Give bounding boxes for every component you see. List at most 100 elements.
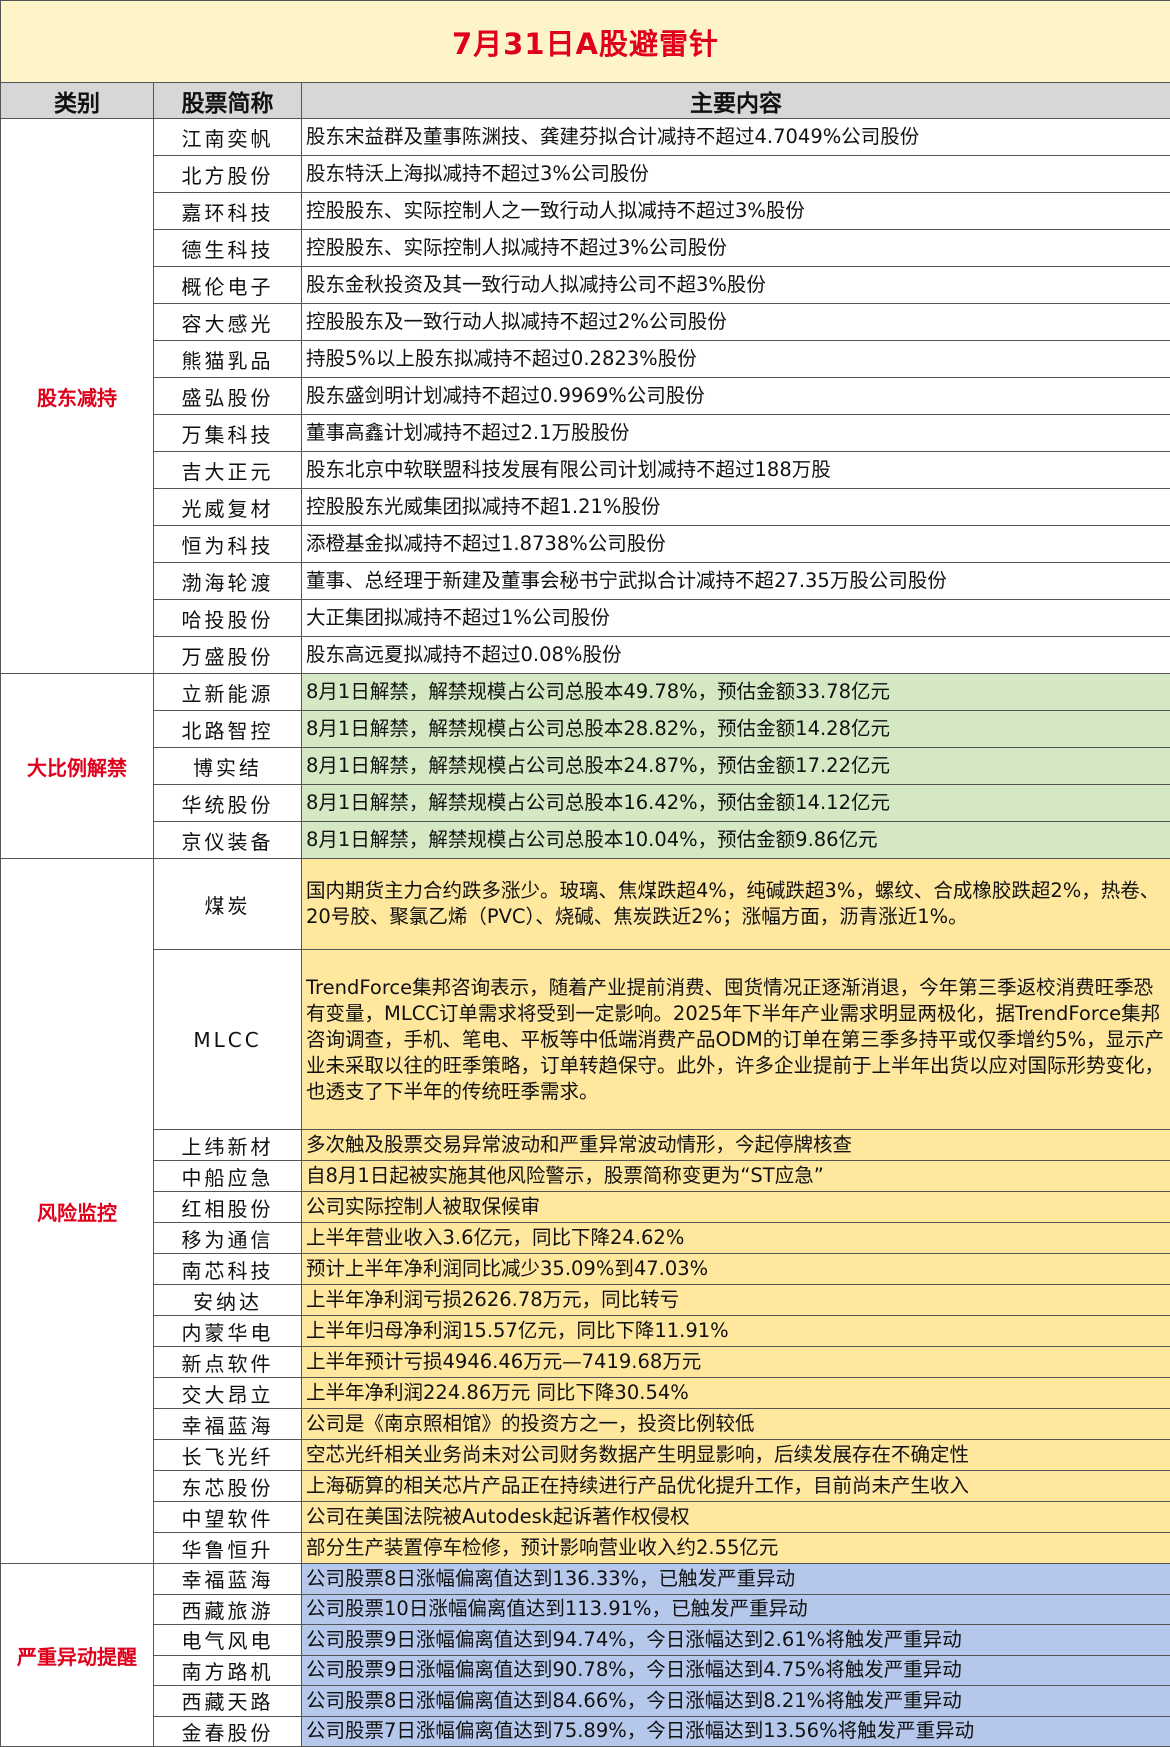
table-row: 北路智控8月1日解禁，解禁规模占公司总股本28.82%，预估金额14.28亿元: [1, 711, 1170, 748]
stock-name-cell: 内蒙华电: [154, 1316, 302, 1347]
content-cell: 公司实际控制人被取保候审: [302, 1192, 1170, 1223]
stock-name-cell: 中船应急: [154, 1161, 302, 1192]
stock-name-cell: 万盛股份: [154, 637, 302, 674]
stock-name-cell: 北路智控: [154, 711, 302, 748]
table-row: 大比例解禁立新能源8月1日解禁，解禁规模占公司总股本49.78%，预估金额33.…: [1, 674, 1170, 711]
stock-name-cell: 中望软件: [154, 1502, 302, 1533]
header-stock: 股票简称: [154, 83, 302, 119]
table-row: 恒为科技添橙基金拟减持不超过1.8738%公司股份: [1, 526, 1170, 563]
table-row: 华鲁恒升部分生产装置停车检修，预计影响营业收入约2.55亿元: [1, 1533, 1170, 1564]
table-row: 渤海轮渡董事、总经理于新建及董事会秘书宁武拟合计减持不超27.35万股公司股份: [1, 563, 1170, 600]
content-cell: 空芯光纤相关业务尚未对公司财务数据产生明显影响，后续发展存在不确定性: [302, 1440, 1170, 1471]
stock-name-cell: 幸福蓝海: [154, 1409, 302, 1440]
stock-name-cell: 渤海轮渡: [154, 563, 302, 600]
content-cell: TrendForce集邦咨询表示，随着产业提前消费、囤货情况正逐渐消退，今年第三…: [302, 950, 1170, 1130]
table-row: 南方路机公司股票9日涨幅偏离值达到90.78%，今日涨幅达到4.75%将触发严重…: [1, 1655, 1170, 1686]
table-row: 盛弘股份股东盛剑明计划减持不超过0.9969%公司股份: [1, 378, 1170, 415]
table-row: 股东减持江南奕帆股东宋益群及董事陈渊技、龚建芬拟合计减持不超过4.7049%公司…: [1, 119, 1170, 156]
stock-name-cell: 吉大正元: [154, 452, 302, 489]
content-cell: 股东盛剑明计划减持不超过0.9969%公司股份: [302, 378, 1170, 415]
stock-name-cell: 容大感光: [154, 304, 302, 341]
risk-table: 7月31日A股避雷针 类别 股票简称 主要内容 股东减持江南奕帆股东宋益群及董事…: [0, 0, 1170, 1747]
table-row: 西藏旅游公司股票10日涨幅偏离值达到113.91%，已触发严重异动: [1, 1594, 1170, 1625]
table-row: 京仪装备8月1日解禁，解禁规模占公司总股本10.04%，预估金额9.86亿元: [1, 822, 1170, 859]
stock-name-cell: 京仪装备: [154, 822, 302, 859]
content-cell: 控股股东、实际控制人之一致行动人拟减持不超过3%股份: [302, 193, 1170, 230]
stock-name-cell: 概伦电子: [154, 267, 302, 304]
stock-name-cell: 红相股份: [154, 1192, 302, 1223]
content-cell: 公司股票7日涨幅偏离值达到75.89%，今日涨幅达到13.56%将触发严重异动: [302, 1716, 1170, 1747]
content-cell: 上海砺算的相关芯片产品正在持续进行产品优化提升工作，目前尚未产生收入: [302, 1471, 1170, 1502]
content-cell: 添橙基金拟减持不超过1.8738%公司股份: [302, 526, 1170, 563]
table-row: 光威复材控股股东光威集团拟减持不超1.21%股份: [1, 489, 1170, 526]
table-row: 交大昂立上半年净利润224.86万元 同比下降30.54%: [1, 1378, 1170, 1409]
header-content: 主要内容: [302, 83, 1170, 119]
category-cell: 股东减持: [1, 119, 154, 674]
stock-name-cell: 电气风电: [154, 1625, 302, 1656]
table-row: 西藏天路公司股票8日涨幅偏离值达到84.66%，今日涨幅达到8.21%将触发严重…: [1, 1686, 1170, 1717]
content-cell: 董事高鑫计划减持不超过2.1万股股份: [302, 415, 1170, 452]
content-cell: 大正集团拟减持不超过1%公司股份: [302, 600, 1170, 637]
header-category: 类别: [1, 83, 154, 119]
content-cell: 股东金秋投资及其一致行动人拟减持公司不超3%股份: [302, 267, 1170, 304]
stock-name-cell: 华统股份: [154, 785, 302, 822]
content-cell: 8月1日解禁，解禁规模占公司总股本16.42%，预估金额14.12亿元: [302, 785, 1170, 822]
stock-name-cell: 新点软件: [154, 1347, 302, 1378]
content-cell: 上半年预计亏损4946.46万元—7419.68万元: [302, 1347, 1170, 1378]
table-row: 长飞光纤空芯光纤相关业务尚未对公司财务数据产生明显影响，后续发展存在不确定性: [1, 1440, 1170, 1471]
content-cell: 预计上半年净利润同比减少35.09%到47.03%: [302, 1254, 1170, 1285]
content-cell: 公司股票9日涨幅偏离值达到94.74%，今日涨幅达到2.61%将触发严重异动: [302, 1625, 1170, 1656]
stock-name-cell: 长飞光纤: [154, 1440, 302, 1471]
table-row: 博实结8月1日解禁，解禁规模占公司总股本24.87%，预估金额17.22亿元: [1, 748, 1170, 785]
content-cell: 股东高远夏拟减持不超过0.08%股份: [302, 637, 1170, 674]
content-cell: 股东宋益群及董事陈渊技、龚建芬拟合计减持不超过4.7049%公司股份: [302, 119, 1170, 156]
content-cell: 部分生产装置停车检修，预计影响营业收入约2.55亿元: [302, 1533, 1170, 1564]
stock-name-cell: 立新能源: [154, 674, 302, 711]
table-row: 电气风电公司股票9日涨幅偏离值达到94.74%，今日涨幅达到2.61%将触发严重…: [1, 1625, 1170, 1656]
stock-name-cell: 煤炭: [154, 859, 302, 950]
stock-name-cell: 恒为科技: [154, 526, 302, 563]
table-row: 德生科技控股股东、实际控制人拟减持不超过3%公司股份: [1, 230, 1170, 267]
table-row: 金春股份公司股票7日涨幅偏离值达到75.89%，今日涨幅达到13.56%将触发严…: [1, 1716, 1170, 1747]
table-row: 上纬新材多次触及股票交易异常波动和严重异常波动情形，今起停牌核查: [1, 1130, 1170, 1161]
table-row: 嘉环科技控股股东、实际控制人之一致行动人拟减持不超过3%股份: [1, 193, 1170, 230]
table-row: 哈投股份大正集团拟减持不超过1%公司股份: [1, 600, 1170, 637]
content-cell: 上半年净利润224.86万元 同比下降30.54%: [302, 1378, 1170, 1409]
content-cell: 多次触及股票交易异常波动和严重异常波动情形，今起停牌核查: [302, 1130, 1170, 1161]
stock-name-cell: 幸福蓝海: [154, 1564, 302, 1595]
stock-name-cell: 熊猫乳品: [154, 341, 302, 378]
table-row: 红相股份公司实际控制人被取保候审: [1, 1192, 1170, 1223]
stock-risk-sheet: 7月31日A股避雷针 类别 股票简称 主要内容 股东减持江南奕帆股东宋益群及董事…: [0, 0, 1170, 1736]
table-row: 容大感光控股股东及一致行动人拟减持不超过2%公司股份: [1, 304, 1170, 341]
content-cell: 持股5%以上股东拟减持不超过0.2823%股份: [302, 341, 1170, 378]
content-cell: 8月1日解禁，解禁规模占公司总股本28.82%，预估金额14.28亿元: [302, 711, 1170, 748]
stock-name-cell: 哈投股份: [154, 600, 302, 637]
table-row: 概伦电子股东金秋投资及其一致行动人拟减持公司不超3%股份: [1, 267, 1170, 304]
content-cell: 公司在美国法院被Autodesk起诉著作权侵权: [302, 1502, 1170, 1533]
content-cell: 8月1日解禁，解禁规模占公司总股本49.78%，预估金额33.78亿元: [302, 674, 1170, 711]
stock-name-cell: 西藏天路: [154, 1686, 302, 1717]
table-row: 北方股份股东特沃上海拟减持不超过3%公司股份: [1, 156, 1170, 193]
content-cell: 控股股东及一致行动人拟减持不超过2%公司股份: [302, 304, 1170, 341]
content-cell: 8月1日解禁，解禁规模占公司总股本10.04%，预估金额9.86亿元: [302, 822, 1170, 859]
content-cell: 公司股票10日涨幅偏离值达到113.91%，已触发严重异动: [302, 1594, 1170, 1625]
table-row: 熊猫乳品持股5%以上股东拟减持不超过0.2823%股份: [1, 341, 1170, 378]
table-row: 华统股份8月1日解禁，解禁规模占公司总股本16.42%，预估金额14.12亿元: [1, 785, 1170, 822]
content-cell: 公司股票9日涨幅偏离值达到90.78%，今日涨幅达到4.75%将触发严重异动: [302, 1655, 1170, 1686]
category-cell: 严重异动提醒: [1, 1564, 154, 1747]
page-title: 7月31日A股避雷针: [1, 1, 1170, 83]
stock-name-cell: 北方股份: [154, 156, 302, 193]
stock-name-cell: 西藏旅游: [154, 1594, 302, 1625]
table-row: 严重异动提醒幸福蓝海公司股票8日涨幅偏离值达到136.33%，已触发严重异动: [1, 1564, 1170, 1595]
content-cell: 董事、总经理于新建及董事会秘书宁武拟合计减持不超27.35万股公司股份: [302, 563, 1170, 600]
stock-name-cell: 华鲁恒升: [154, 1533, 302, 1564]
content-cell: 公司是《南京照相馆》的投资方之一，投资比例较低: [302, 1409, 1170, 1440]
table-row: 万盛股份股东高远夏拟减持不超过0.08%股份: [1, 637, 1170, 674]
stock-name-cell: 上纬新材: [154, 1130, 302, 1161]
table-row: 吉大正元股东北京中软联盟科技发展有限公司计划减持不超过188万股: [1, 452, 1170, 489]
stock-name-cell: 万集科技: [154, 415, 302, 452]
stock-name-cell: 东芯股份: [154, 1471, 302, 1502]
stock-name-cell: 安纳达: [154, 1285, 302, 1316]
category-cell: 风险监控: [1, 859, 154, 1564]
table-row: 万集科技董事高鑫计划减持不超过2.1万股股份: [1, 415, 1170, 452]
